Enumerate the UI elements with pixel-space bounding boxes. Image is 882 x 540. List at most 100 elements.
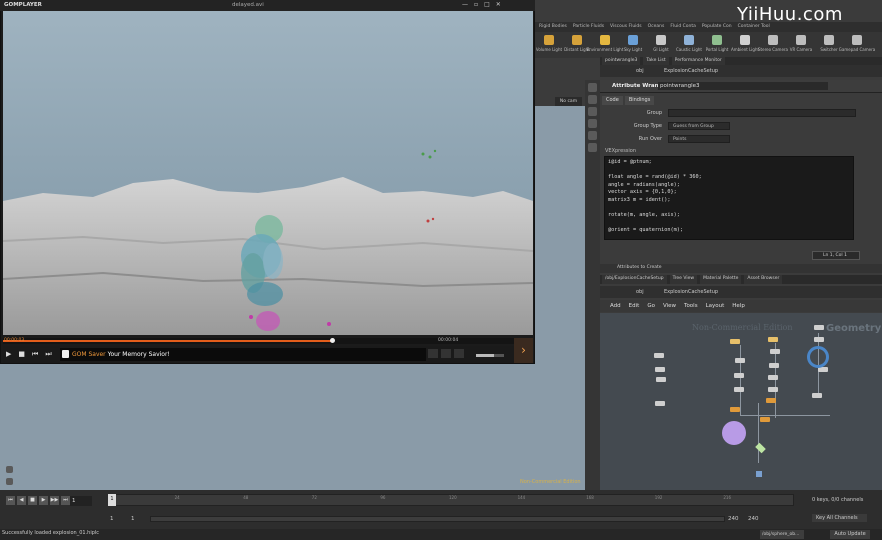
play-icon[interactable]: ▶ [6, 350, 11, 359]
shelf-tool[interactable]: Gamepad Camera [839, 32, 875, 58]
menu-item[interactable]: Add [610, 303, 621, 309]
network-node[interactable] [730, 407, 740, 412]
network-node[interactable] [656, 377, 666, 382]
pane-tab[interactable]: Tree View [669, 275, 698, 284]
scale-icon[interactable] [588, 119, 597, 128]
shelf-tool[interactable]: Stereo Camera [758, 32, 788, 58]
prev-key-button[interactable]: ◀ [17, 496, 26, 505]
shelf-tool[interactable]: Portal Light [703, 32, 731, 58]
menu-item[interactable]: Go [647, 303, 655, 309]
network-node[interactable] [768, 337, 778, 342]
shelf-tool[interactable]: VR Camera [787, 32, 815, 58]
snap-icon[interactable] [6, 466, 13, 473]
path-obj[interactable]: obj [636, 68, 644, 74]
shelf-tool[interactable]: Sky Light [619, 32, 647, 58]
shelf-tool[interactable]: Ambient Light [731, 32, 759, 58]
network-node[interactable] [655, 401, 665, 406]
pane-tab[interactable]: pointwrangle3 [602, 57, 641, 65]
path-node[interactable]: ExplosionCacheSetup [664, 68, 718, 74]
shelf-tool[interactable]: Caustic Light [675, 32, 703, 58]
current-frame-field[interactable]: 1 [70, 496, 92, 506]
last-frame-button[interactable]: ⏭ [61, 496, 70, 505]
move-icon[interactable] [588, 95, 597, 104]
vex-code-editor[interactable]: i@id = @ptnum; float angle = rand(@id) * … [604, 156, 854, 240]
range-start-2[interactable]: 1 [131, 516, 135, 522]
video-frame[interactable] [3, 11, 533, 335]
camera-menu[interactable]: No cam [555, 97, 582, 106]
minimize-icon[interactable]: — [462, 1, 468, 8]
network-node[interactable] [769, 363, 779, 368]
shelf-tab[interactable]: Fluid Conta [668, 22, 698, 32]
previous-icon[interactable]: ⏮ [32, 350, 38, 359]
pane-tab[interactable]: Asset Browser [744, 275, 783, 284]
shelf-tool[interactable]: Volume Light [535, 32, 563, 58]
path-node[interactable]: ExplosionCacheSetup [664, 289, 718, 295]
menu-item[interactable]: Layout [706, 303, 725, 309]
path-obj[interactable]: obj [636, 289, 644, 295]
param-field[interactable]: Points [668, 135, 730, 143]
settings-icon[interactable] [441, 349, 451, 358]
shelf-tab[interactable]: Viscous Fluids [608, 22, 644, 32]
play-button[interactable]: ▶ [39, 496, 48, 505]
network-editor[interactable]: Non-Commercial Edition Geometry [600, 313, 882, 491]
pose-icon[interactable] [6, 478, 13, 485]
network-node[interactable] [735, 358, 745, 363]
menu-item[interactable]: Tools [684, 303, 698, 309]
network-node[interactable] [734, 373, 744, 378]
range-end[interactable]: 240 [728, 516, 739, 522]
network-node[interactable] [814, 325, 824, 330]
network-node[interactable] [655, 367, 665, 372]
shelf-tool[interactable]: Distant Light [563, 32, 591, 58]
gom-title-bar[interactable] [0, 0, 535, 11]
next-key-button[interactable]: ▶▶ [50, 496, 59, 505]
stop-icon[interactable]: ■ [18, 350, 25, 359]
shelf-tab[interactable]: Container Tool [736, 22, 772, 32]
mini-mode-icon[interactable]: ▫ [474, 1, 478, 8]
menu-item[interactable]: View [663, 303, 676, 309]
range-slider[interactable] [150, 516, 725, 522]
view-icon[interactable] [588, 143, 597, 152]
seek-handle[interactable] [329, 338, 335, 343]
timeline-bar[interactable]: 24 48 72 96 120 144 168 192 216 [108, 494, 794, 506]
param-tab[interactable]: Bindings [624, 96, 655, 105]
next-icon[interactable]: ⏭ [45, 350, 51, 359]
screen-icon[interactable] [454, 349, 464, 358]
param-field[interactable] [668, 109, 856, 117]
shelf-tool[interactable]: Environment Light [587, 32, 623, 58]
pane-tab[interactable]: Take List [643, 57, 669, 65]
shelf-tab[interactable]: Rigid Bodies [537, 22, 569, 32]
network-node[interactable] [730, 339, 740, 344]
handle-icon[interactable] [588, 131, 597, 140]
network-node[interactable] [814, 337, 824, 342]
network-node[interactable] [812, 393, 822, 398]
ad-text[interactable]: GOM Saver Your Memory Savior! [72, 351, 170, 358]
first-frame-button[interactable]: ⏮ [6, 496, 15, 505]
network-node[interactable] [768, 387, 778, 392]
network-node[interactable] [760, 417, 770, 422]
stop-button[interactable]: ■ [28, 496, 37, 505]
pane-tab[interactable]: Material Palette [700, 275, 742, 284]
node-network-box[interactable] [722, 421, 746, 445]
key-channels-menu[interactable]: Key All Channels [812, 514, 867, 522]
maximize-icon[interactable]: □ [484, 1, 490, 8]
auto-update-button[interactable]: Auto Update [830, 530, 870, 539]
rotate-icon[interactable] [588, 107, 597, 116]
network-node[interactable] [734, 387, 744, 392]
shelf-tab[interactable]: Populate Con [700, 22, 734, 32]
output-node[interactable] [755, 442, 766, 454]
node-name-field[interactable]: pointwrangle3 [658, 82, 828, 90]
select-icon[interactable] [588, 83, 597, 92]
network-node[interactable] [654, 353, 664, 358]
range-start[interactable]: 1 [110, 516, 114, 522]
shelf-tool[interactable]: GI Light [647, 32, 675, 58]
network-node[interactable] [770, 349, 780, 354]
shelf-tool[interactable]: Switcher [815, 32, 843, 58]
network-node[interactable] [756, 471, 762, 477]
side-panel-button[interactable]: › [514, 338, 533, 363]
param-field[interactable]: Guess from Group [668, 122, 730, 130]
playlist-icon[interactable] [428, 349, 438, 358]
pane-tab[interactable]: /obj/ExplosionCacheSetup [602, 275, 667, 284]
menu-item[interactable]: Help [732, 303, 745, 309]
shelf-tab[interactable]: Oceans [646, 22, 667, 32]
shelf-tab[interactable]: Particle Fluids [571, 22, 606, 32]
